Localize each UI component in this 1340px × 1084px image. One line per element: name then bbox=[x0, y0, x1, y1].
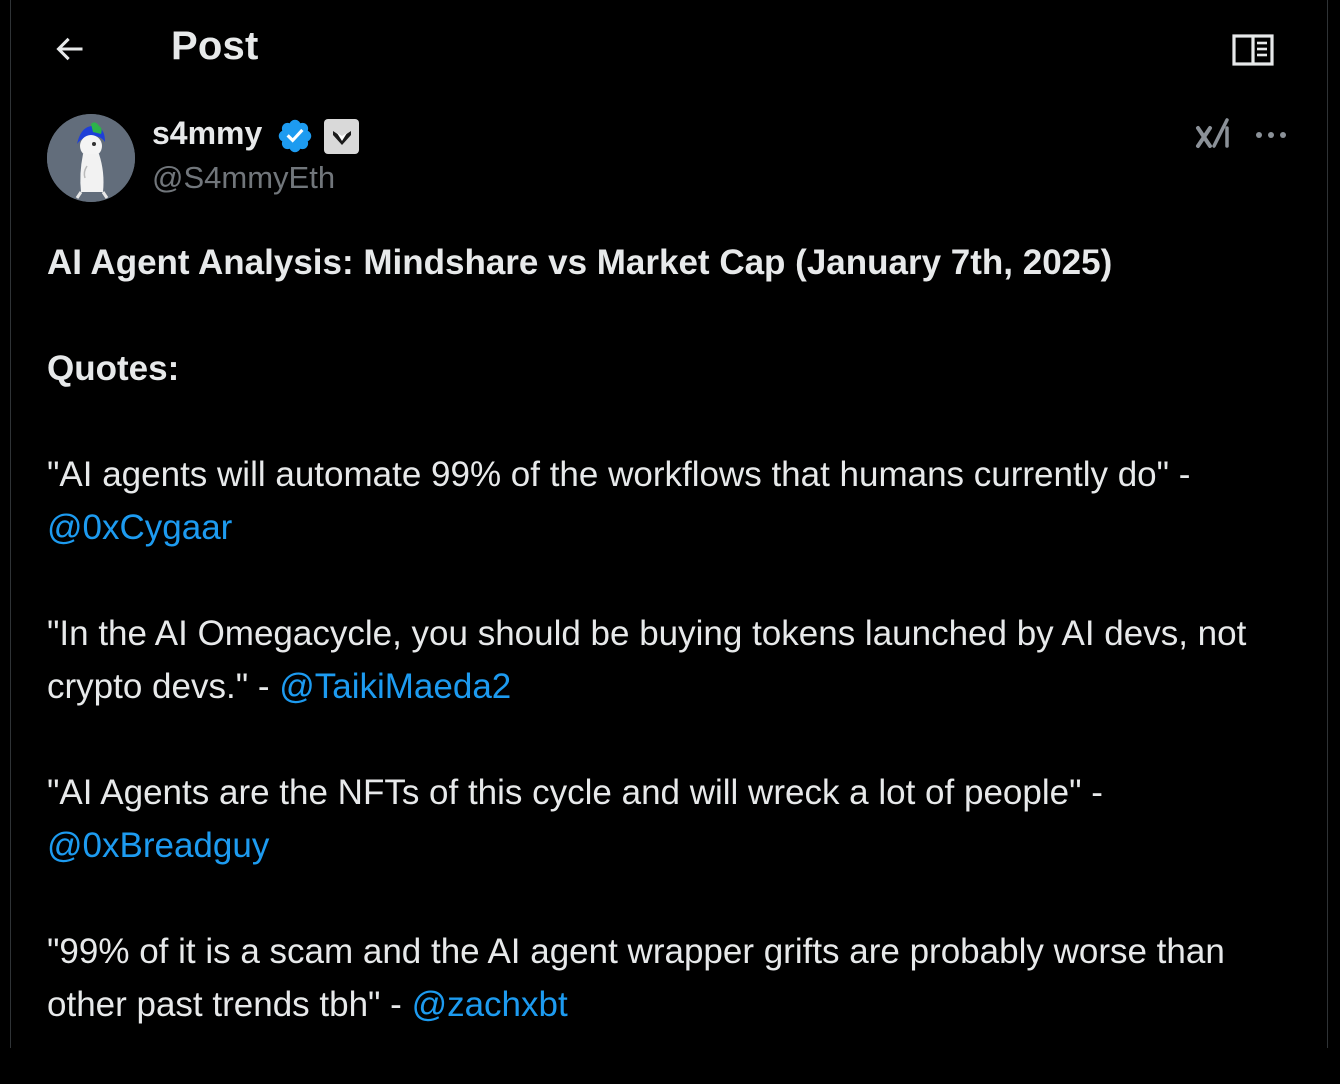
avatar[interactable] bbox=[47, 114, 135, 202]
mention-link[interactable]: @zachxbt bbox=[412, 985, 568, 1024]
quote-paragraph: "99% of it is a scam and the AI agent wr… bbox=[47, 925, 1307, 1031]
avatar-image bbox=[47, 114, 135, 202]
arrow-left-icon bbox=[56, 37, 83, 61]
author-handle[interactable]: @S4mmyEth bbox=[152, 160, 335, 196]
grok-icon bbox=[1196, 118, 1229, 148]
quotes-heading: Quotes: bbox=[47, 349, 180, 388]
open-book-icon bbox=[1232, 34, 1274, 66]
page-title: Post bbox=[171, 24, 259, 68]
post-header: Post bbox=[0, 0, 1340, 98]
quote-paragraph: "In the AI Omegacycle, you should be buy… bbox=[47, 607, 1307, 713]
verified-badge-icon bbox=[278, 119, 312, 153]
grok-button[interactable] bbox=[1192, 112, 1234, 154]
more-options-button[interactable] bbox=[1250, 114, 1292, 156]
quote-text: "AI agents will automate 99% of the work… bbox=[47, 455, 1191, 494]
mention-link[interactable]: @0xCygaar bbox=[47, 508, 232, 547]
author-name[interactable]: s4mmy bbox=[152, 115, 262, 152]
quote-text: "99% of it is a scam and the AI agent wr… bbox=[47, 932, 1225, 1024]
quote-paragraph: "AI agents will automate 99% of the work… bbox=[47, 448, 1307, 554]
quote-text: "In the AI Omegacycle, you should be buy… bbox=[47, 614, 1247, 706]
back-button[interactable] bbox=[46, 26, 92, 72]
more-horizontal-icon bbox=[1256, 132, 1286, 138]
reader-mode-button[interactable] bbox=[1226, 28, 1280, 72]
mention-link[interactable]: @TaikiMaeda2 bbox=[279, 667, 511, 706]
affiliate-logo-icon bbox=[332, 130, 351, 145]
affiliate-badge-icon[interactable] bbox=[324, 119, 359, 154]
mention-link[interactable]: @0xBreadguy bbox=[47, 826, 269, 865]
quote-text: "AI Agents are the NFTs of this cycle an… bbox=[47, 773, 1103, 812]
post-text: AI Agent Analysis: Mindshare vs Market C… bbox=[47, 236, 1307, 1084]
quote-paragraph: "AI Agents are the NFTs of this cycle an… bbox=[47, 766, 1307, 872]
post-title: AI Agent Analysis: Mindshare vs Market C… bbox=[47, 243, 1113, 282]
